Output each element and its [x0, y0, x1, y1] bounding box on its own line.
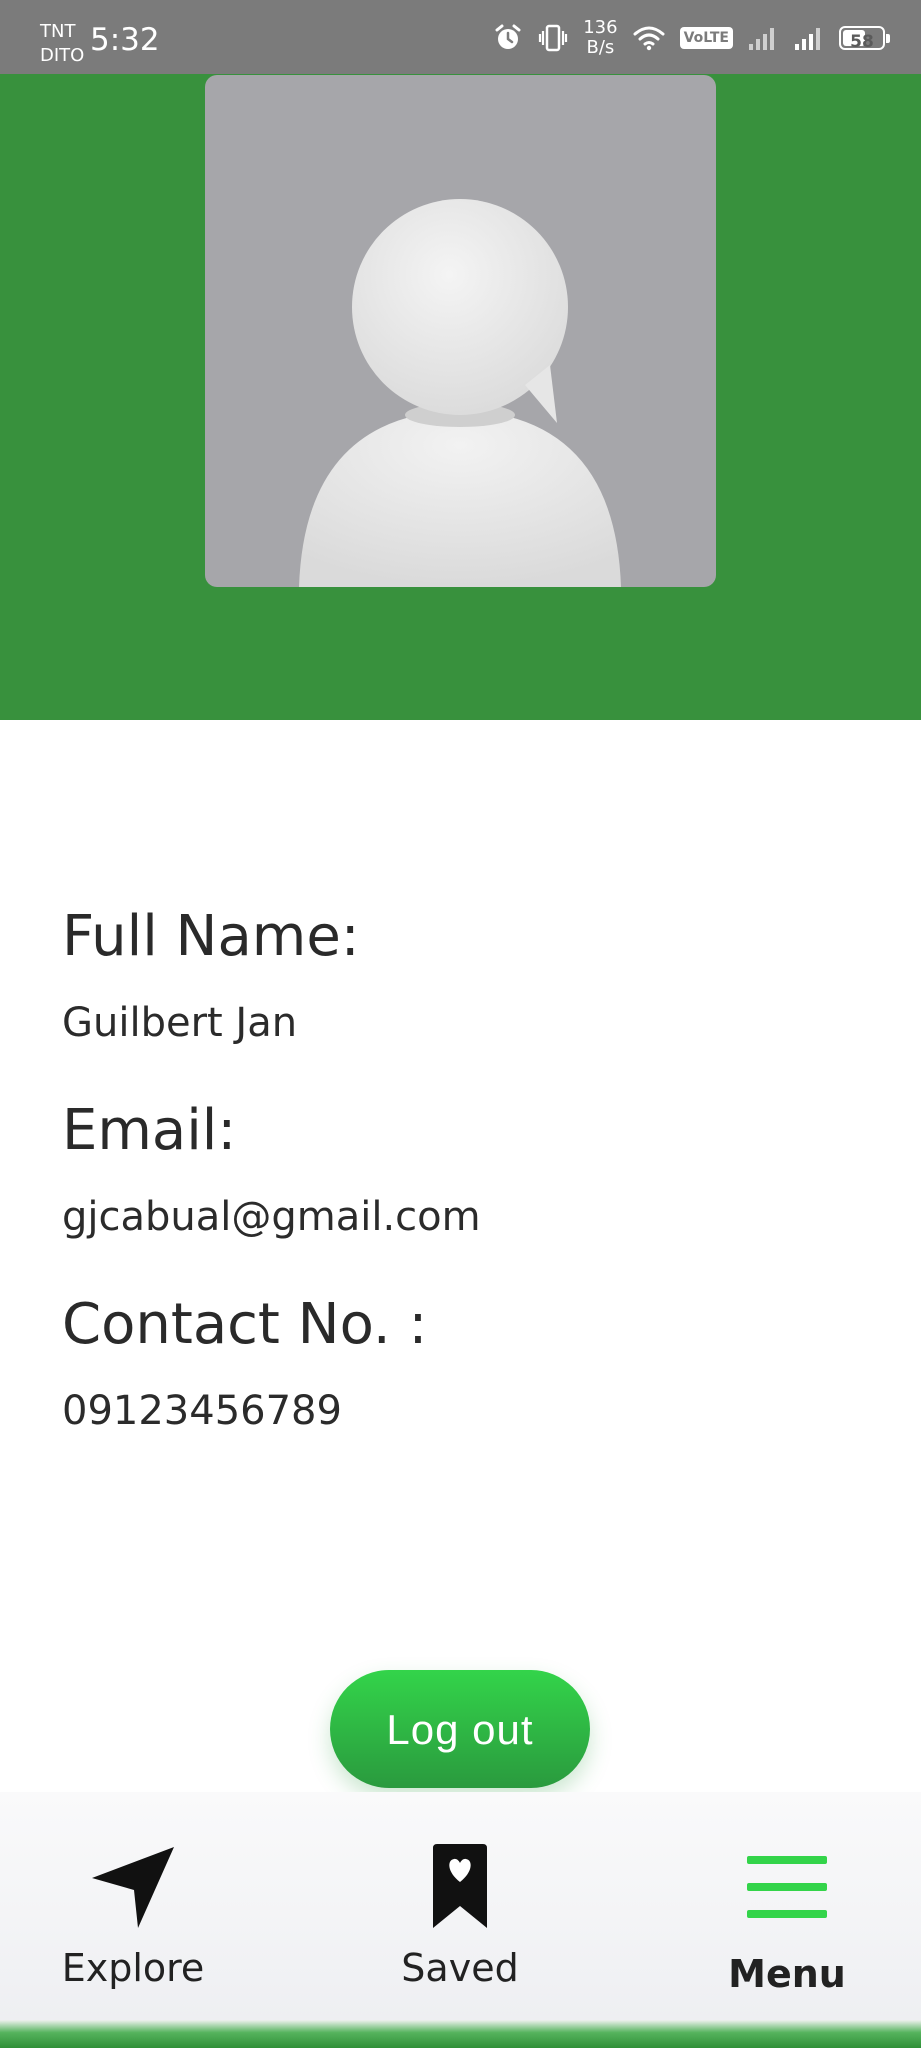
status-icons: 136 B/s VoLTE 58 [493, 18, 890, 58]
volte-badge: VoLTE [679, 27, 733, 49]
navigation-arrow-icon [92, 1847, 174, 1928]
signal-sim2-icon [795, 28, 820, 50]
nav-label-saved: Saved [401, 1946, 519, 1990]
avatar[interactable] [205, 75, 716, 587]
battery-tip [886, 34, 890, 43]
full-name-value: Guilbert Jan [62, 1000, 298, 1046]
logout-button[interactable]: Log out [330, 1670, 590, 1788]
menu-hamburger-icon [747, 1856, 827, 1918]
carrier-bottom: DITO [40, 45, 85, 66]
battery-icon: 58 [839, 26, 890, 52]
full-name-label: Full Name: [62, 904, 360, 969]
contact-value: 09123456789 [62, 1388, 342, 1434]
nav-label-explore: Explore [61, 1946, 205, 1990]
alarm-icon [495, 24, 521, 49]
bottom-accent-strip [0, 2020, 921, 2048]
nav-item-menu[interactable]: Menu [637, 1792, 921, 2020]
carrier-names: TNT DITO [40, 20, 84, 68]
default-user-avatar-icon [299, 199, 621, 587]
status-time: 5:32 [90, 22, 160, 58]
email-value: gjcabual@gmail.com [62, 1194, 481, 1240]
bottom-nav: Explore Saved Menu [0, 1792, 921, 2020]
contact-label: Contact No. : [62, 1292, 428, 1357]
bookmark-heart-icon [433, 1844, 487, 1928]
net-speed: 136 B/s [583, 18, 617, 58]
profile-header [0, 74, 921, 720]
email-label: Email: [62, 1098, 237, 1163]
nav-item-saved[interactable]: Saved [310, 1792, 610, 2020]
carrier-top: TNT [40, 21, 76, 42]
status-bar: TNT DITO 5:32 136 B/s VoLTE 58 [0, 0, 921, 74]
net-speed-unit: B/s [586, 37, 615, 58]
wifi-icon [633, 26, 665, 51]
nav-item-explore[interactable]: Explore [0, 1792, 283, 2020]
nav-label-menu: Menu [728, 1952, 846, 1996]
net-speed-value: 136 [583, 17, 618, 38]
battery-percent: 58 [850, 32, 874, 52]
vibrate-icon [539, 24, 568, 52]
signal-sim1-icon [749, 28, 774, 50]
